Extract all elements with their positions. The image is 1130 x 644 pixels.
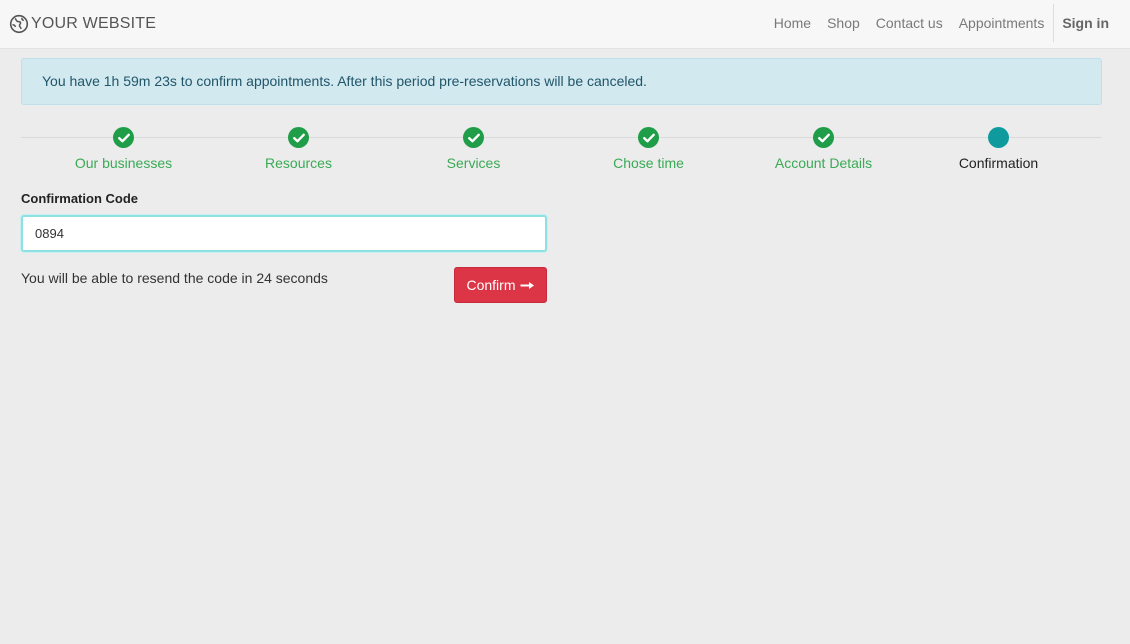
step-account-details[interactable]: Account Details: [736, 127, 911, 171]
step-our-businesses[interactable]: Our businesses: [36, 127, 211, 171]
confirmation-code-label: Confirmation Code: [21, 191, 138, 206]
confirmation-code-input[interactable]: [21, 215, 547, 252]
resend-countdown-text: You will be able to resend the code in 2…: [21, 270, 328, 286]
nav-link-shop[interactable]: Shop: [819, 15, 868, 31]
sign-in-link[interactable]: Sign in: [1054, 15, 1130, 31]
nav-link-home[interactable]: Home: [766, 15, 819, 31]
check-icon: [463, 127, 484, 148]
step-label: Account Details: [774, 155, 873, 171]
step-confirmation: Confirmation: [911, 127, 1086, 171]
step-label: Services: [446, 155, 501, 171]
check-icon: [813, 127, 834, 148]
step-chose-time[interactable]: Chose time: [561, 127, 736, 171]
step-label: Resources: [265, 155, 332, 171]
step-label: Chose time: [613, 155, 684, 171]
check-icon: [113, 127, 134, 148]
brand-logo[interactable]: YOUR WEBSITE: [9, 13, 156, 35]
globe-icon: [9, 14, 29, 34]
navbar: YOUR WEBSITE Home Shop Contact us Appoin…: [0, 0, 1130, 49]
step-resources[interactable]: Resources: [211, 127, 386, 171]
step-label: Our businesses: [74, 155, 173, 171]
confirm-button-label: Confirm: [466, 277, 516, 293]
step-label: Confirmation: [958, 155, 1039, 171]
step-services[interactable]: Services: [386, 127, 561, 171]
nav-link-appointments[interactable]: Appointments: [951, 15, 1053, 31]
check-icon: [288, 127, 309, 148]
check-icon: [638, 127, 659, 148]
confirm-button[interactable]: Confirm: [454, 267, 547, 303]
countdown-alert: You have 1h 59m 23s to confirm appointme…: [21, 58, 1102, 105]
dot-icon: [988, 127, 1009, 148]
arrow-right-icon: [520, 277, 535, 293]
brand-name: YOUR WEBSITE: [31, 15, 157, 32]
nav-link-contact[interactable]: Contact us: [868, 15, 951, 31]
nav-links: Home Shop Contact us Appointments Sign i…: [766, 0, 1130, 46]
